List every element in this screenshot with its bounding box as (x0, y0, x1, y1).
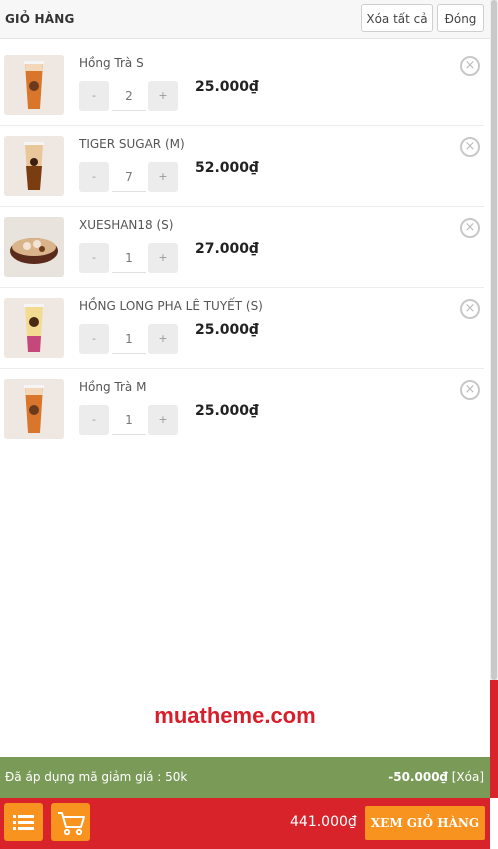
menu-button[interactable] (4, 803, 43, 841)
product-name[interactable]: TIGER SUGAR (M) (79, 137, 185, 151)
quantity-stepper: - 2 + (79, 81, 179, 111)
product-name[interactable]: Hồng Trà M (79, 380, 146, 394)
product-price: 25.000₫ (195, 322, 259, 338)
decrease-quantity-button[interactable]: - (79, 405, 109, 435)
increase-quantity-button[interactable]: + (148, 405, 178, 435)
remove-item-icon[interactable]: × (460, 218, 480, 238)
remove-item-icon[interactable]: × (460, 299, 480, 319)
product-name[interactable]: XUESHAN18 (S) (79, 218, 173, 232)
increase-quantity-button[interactable]: + (148, 162, 178, 192)
watermark: muatheme.com (154, 703, 316, 728)
decrease-quantity-button[interactable]: - (79, 324, 109, 354)
product-name[interactable]: HỒNG LONG PHA LÊ TUYẾT (S) (79, 299, 263, 313)
discount-amount: -50.000₫ (388, 770, 448, 784)
cart-item: Hồng Trà S - 2 + 25.000₫ × (0, 45, 484, 126)
decrease-quantity-button[interactable]: - (79, 81, 109, 111)
coupon-message: Đã áp dụng mã giảm giá : 50k (5, 770, 188, 784)
increase-quantity-button[interactable]: + (148, 324, 178, 354)
remove-item-icon[interactable]: × (460, 56, 480, 76)
scrollbar-track-end (490, 680, 498, 798)
product-price: 25.000₫ (195, 79, 259, 95)
quantity-stepper: - 7 + (79, 162, 179, 192)
close-button[interactable]: Đóng (437, 4, 484, 32)
quantity-input[interactable]: 7 (112, 162, 146, 192)
product-image[interactable] (4, 379, 64, 439)
quantity-stepper: - 1 + (79, 405, 179, 435)
cart-item-list: Hồng Trà S - 2 + 25.000₫ × TIGER SUGAR (… (0, 45, 490, 449)
cart-header: GIỎ HÀNG Xóa tất cả Đóng (0, 0, 490, 39)
list-icon (13, 815, 34, 830)
decrease-quantity-button[interactable]: - (79, 162, 109, 192)
cart-icon (58, 812, 85, 836)
product-image[interactable] (4, 217, 64, 277)
cart-title: GIỎ HÀNG (5, 12, 75, 26)
clear-all-button[interactable]: Xóa tất cả (361, 4, 433, 32)
product-price: 27.000₫ (195, 241, 259, 257)
remove-item-icon[interactable]: × (460, 380, 480, 400)
scrollbar[interactable] (490, 0, 498, 798)
quantity-stepper: - 1 + (79, 243, 179, 273)
quantity-input[interactable]: 1 (112, 405, 146, 435)
product-image[interactable] (4, 136, 64, 196)
increase-quantity-button[interactable]: + (148, 243, 178, 273)
cart-item: Hồng Trà M - 1 + 25.000₫ × (0, 369, 484, 449)
quantity-input[interactable]: 1 (112, 243, 146, 273)
cart-footer: 441.000₫ XEM GIỎ HÀNG (0, 798, 490, 849)
remove-item-icon[interactable]: × (460, 137, 480, 157)
cart-button[interactable] (51, 803, 90, 841)
cart-item: HỒNG LONG PHA LÊ TUYẾT (S) - 1 + 25.000₫… (0, 288, 484, 369)
quantity-stepper: - 1 + (79, 324, 179, 354)
cart-item: XUESHAN18 (S) - 1 + 27.000₫ × (0, 207, 484, 288)
product-image[interactable] (4, 298, 64, 358)
scrollbar-thumb[interactable] (491, 0, 497, 680)
remove-coupon-link[interactable]: [Xóa] (452, 770, 484, 784)
product-price: 52.000₫ (195, 160, 259, 176)
coupon-applied-bar: Đã áp dụng mã giảm giá : 50k -50.000₫ [X… (0, 757, 490, 798)
coupon-discount: -50.000₫ [Xóa] (388, 770, 484, 784)
product-name[interactable]: Hồng Trà S (79, 56, 144, 70)
decrease-quantity-button[interactable]: - (79, 243, 109, 273)
product-image[interactable] (4, 55, 64, 115)
quantity-input[interactable]: 2 (112, 81, 146, 111)
cart-total: 441.000₫ (290, 814, 357, 830)
quantity-input[interactable]: 1 (112, 324, 146, 354)
product-price: 25.000₫ (195, 403, 259, 419)
increase-quantity-button[interactable]: + (148, 81, 178, 111)
cart-item: TIGER SUGAR (M) - 7 + 52.000₫ × (0, 126, 484, 207)
view-cart-button[interactable]: XEM GIỎ HÀNG (365, 806, 485, 840)
